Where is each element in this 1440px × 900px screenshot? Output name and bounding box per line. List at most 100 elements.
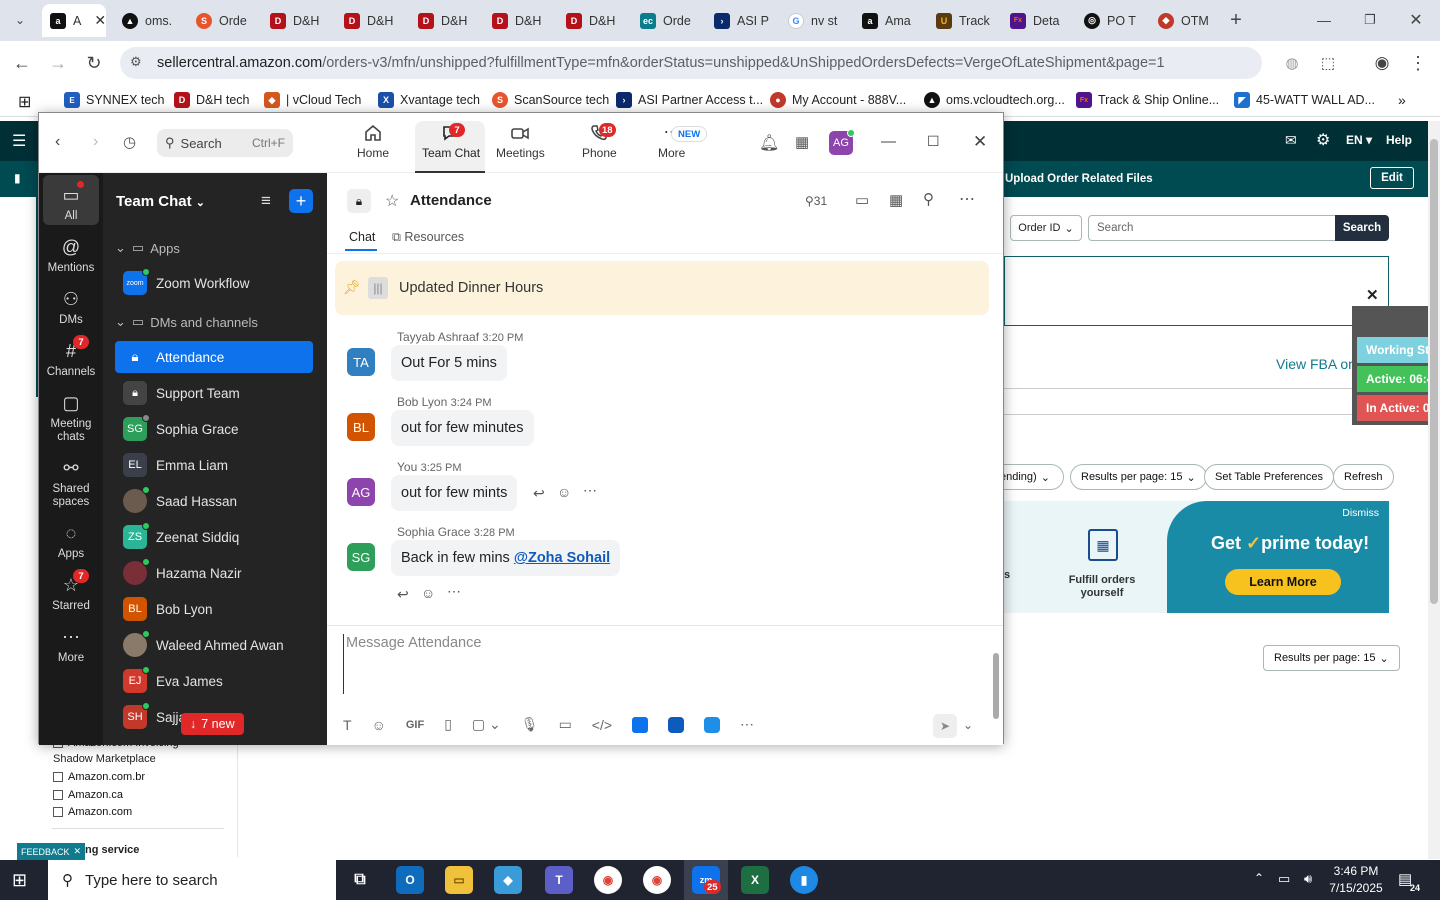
list-item[interactable]: Waleed Ahmed Awan [115, 629, 313, 661]
section-dms-channels[interactable]: ⌄ ▭ DMs and channels [115, 314, 258, 330]
avatar[interactable]: BL [347, 413, 375, 441]
hamburger-icon[interactable]: ☰ [12, 131, 26, 151]
scrollbar-thumb[interactable] [993, 653, 999, 719]
reply-icon[interactable]: ↩ [533, 485, 545, 502]
rail-starred[interactable]: ☆ Starred [39, 575, 103, 613]
rail-channels[interactable]: # Channels [39, 341, 103, 379]
member-count[interactable]: ⚲31 [805, 194, 827, 208]
taskbar-search[interactable]: ⚲ Type here to search [48, 860, 336, 900]
nav-home[interactable]: Home [357, 123, 389, 160]
forward-icon[interactable]: → [44, 49, 72, 77]
browser-tab[interactable]: D D&H [484, 4, 554, 37]
upload-order-files-link[interactable]: Upload Order Related Files [1005, 173, 1153, 185]
rail-mentions[interactable]: @ Mentions [39, 237, 103, 275]
list-item[interactable]: EJ Eva James [115, 665, 313, 697]
text-format-icon[interactable]: T [343, 717, 352, 733]
more-options-icon[interactable]: ⋯ [959, 189, 975, 209]
bookmark-item[interactable]: ● My Account - 888V... [770, 92, 906, 108]
list-item-support-team[interactable]: 🔒︎ Support Team [115, 377, 313, 409]
scrollbar-thumb[interactable] [1430, 139, 1438, 604]
reload-icon[interactable]: ↻ [80, 49, 108, 77]
more-actions-icon[interactable]: ⋯ [447, 583, 461, 600]
avatar[interactable]: TA [347, 348, 375, 376]
profile-icon[interactable]: ◉ [1368, 49, 1396, 77]
settings-gear-icon[interactable]: ⚙ [1316, 130, 1330, 150]
teams-icon[interactable]: T [545, 866, 573, 894]
bookmark-item[interactable]: S ScanSource tech [492, 92, 609, 108]
bookmark-item[interactable]: › ASI Partner Access t... [616, 92, 763, 108]
app-blue-icon[interactable]: ▮ [790, 866, 818, 894]
tray-chevron-icon[interactable]: ⌃ [1254, 871, 1264, 885]
mic-icon[interactable]: 🎙︎ [521, 716, 539, 733]
language-selector[interactable]: EN ▾ [1346, 133, 1372, 147]
forward-icon[interactable]: › [93, 133, 98, 151]
feedback-tab[interactable]: FEEDBACK ✕ [17, 843, 85, 860]
close-window-icon[interactable]: ✕ [1402, 6, 1430, 34]
bookmark-item[interactable]: D D&H tech [174, 92, 250, 108]
marketplace-checkbox[interactable]: Amazon.com.br [53, 771, 145, 783]
more-actions-icon[interactable]: ⋯ [583, 482, 597, 499]
message-bubble[interactable]: Back in few mins @Zoha Sohail [391, 540, 621, 576]
chevron-down-icon[interactable]: ⌄ [963, 718, 973, 732]
rail-meeting-chats[interactable]: ▢ Meeting chats [39, 393, 103, 444]
refresh-button[interactable]: Refresh [1333, 464, 1394, 490]
volume-icon[interactable]: 🔊︎ [1304, 871, 1312, 887]
filter-icon[interactable]: ≡ [261, 191, 271, 211]
browser-tab[interactable]: Gnv st [780, 4, 850, 37]
marketplace-checkbox[interactable]: Amazon.ca [53, 789, 123, 801]
browser-tab[interactable]: D D&H [410, 4, 480, 37]
close-icon[interactable]: ✕ [973, 132, 987, 152]
mention-link[interactable]: @Zoha Sohail [514, 550, 610, 566]
pinned-message[interactable]: 📌︎ ||| Updated Dinner Hours [335, 261, 989, 315]
gif-icon[interactable]: GIF [406, 719, 424, 731]
chat-scrollbar[interactable] [991, 255, 1001, 725]
reply-icon[interactable]: ↩ [397, 586, 409, 603]
browser-tab[interactable]: D D&H [262, 4, 332, 37]
order-id-select[interactable]: Order ID ⌄ [1010, 215, 1082, 241]
app3-icon[interactable] [704, 716, 721, 733]
order-search-input[interactable]: Search [1088, 215, 1336, 241]
app-diamond-icon[interactable]: ◆ [494, 866, 522, 894]
clock[interactable]: 3:46 PM 7/15/2025 [1326, 863, 1386, 897]
minimize-icon[interactable]: — [1310, 6, 1338, 34]
edit-button[interactable]: Edit [1370, 167, 1414, 189]
bookmark-item[interactable]: ◤ 45-WATT WALL AD... [1234, 92, 1375, 108]
close-tab-icon[interactable]: ✕ [94, 12, 106, 29]
emoji-react-icon[interactable]: ☺ [421, 585, 435, 601]
set-table-preferences-button[interactable]: Set Table Preferences [1204, 464, 1335, 490]
restore-icon[interactable]: ❐ [1356, 6, 1384, 34]
send-icon[interactable]: ➤ [933, 714, 957, 738]
emoji-react-icon[interactable]: ☺ [557, 484, 571, 500]
avatar[interactable]: AG [347, 478, 375, 506]
notifications-bell-icon[interactable]: 🔔︎ [759, 133, 779, 153]
chrome-profile-icon[interactable]: ◉ [643, 866, 671, 894]
bookmark-item[interactable]: Fx Track & Ship Online... [1076, 92, 1219, 108]
results-per-page-select-bottom[interactable]: Results per page: 15 ⌄ [1263, 645, 1400, 671]
message-bubble[interactable]: out for few mints [391, 475, 518, 511]
list-item-zoom-workflow[interactable]: zoom Zoom Workflow [115, 267, 313, 299]
zoom-search-box[interactable]: ⚲ Search Ctrl+F [157, 129, 293, 157]
team-chat-title[interactable]: Team Chat ⌄ [116, 193, 205, 210]
list-item[interactable]: SG Sophia Grace [115, 413, 313, 445]
bookmark-item[interactable]: ▲ oms.vcloudtech.org... [924, 92, 1065, 108]
list-item[interactable]: BL Bob Lyon [115, 593, 313, 625]
browser-tab[interactable]: U Track [928, 4, 998, 37]
browser-tab[interactable]: D D&H [558, 4, 628, 37]
dismiss-link[interactable]: Dismiss [1342, 507, 1379, 519]
site-info-icon[interactable]: ⚙ [130, 54, 142, 70]
avatar[interactable]: SG [347, 543, 375, 571]
extensions-icon[interactable]: ⬚ [1314, 49, 1342, 77]
list-item[interactable]: Saad Hassan [115, 485, 313, 517]
bookmark-icon[interactable]: ▮ [14, 171, 21, 185]
translate-icon[interactable]: ◍ [1278, 49, 1306, 77]
results-per-page-select[interactable]: Results per page: 15 ⌄ [1070, 464, 1207, 490]
outlook-icon[interactable]: O [396, 866, 424, 894]
browser-tab[interactable]: D D&H [336, 4, 406, 37]
page-scrollbar[interactable] [1428, 121, 1440, 859]
list-item[interactable]: EL Emma Liam [115, 449, 313, 481]
browser-tab[interactable]: › ASI P [706, 4, 776, 37]
bookmark-item[interactable]: X Xvantage tech [378, 92, 480, 108]
learn-more-button[interactable]: Learn More [1225, 569, 1341, 595]
message-bubble[interactable]: Out For 5 mins [391, 345, 507, 381]
tab-search-icon[interactable]: ⌄ [6, 6, 34, 34]
